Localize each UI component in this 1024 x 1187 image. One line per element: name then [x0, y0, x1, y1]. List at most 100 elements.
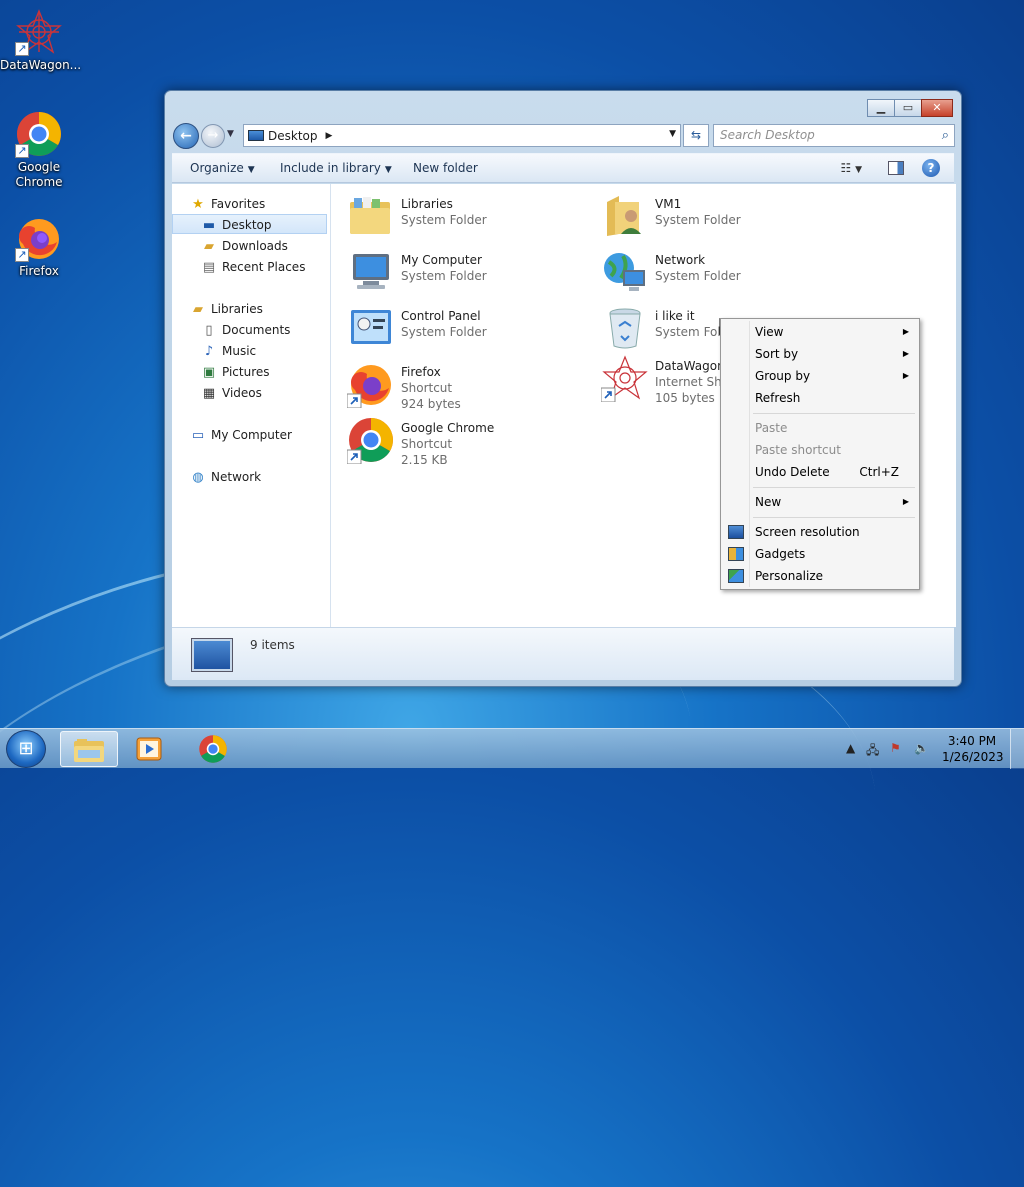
item-name: VM1 — [655, 197, 682, 211]
menu-item-refresh[interactable]: Refresh — [723, 387, 917, 409]
item-vm1[interactable]: VM1 System Folder — [601, 192, 841, 242]
menu-item-new[interactable]: New ▶ — [723, 491, 917, 513]
datawagon-icon: ↗ — [15, 8, 63, 56]
organize-button[interactable]: Organize ▼ — [190, 161, 255, 175]
nav-videos[interactable]: ▦ Videos — [172, 383, 327, 403]
star-icon: ★ — [192, 196, 204, 212]
include-library-label: Include in library — [280, 161, 381, 175]
new-folder-button[interactable]: New folder — [413, 161, 478, 175]
menu-item-screen-resolution[interactable]: Screen resolution — [723, 521, 917, 543]
nav-libraries[interactable]: ▰ Libraries — [172, 299, 327, 319]
item-size: 2.15 KB — [401, 453, 448, 467]
nav-label: Music — [222, 344, 257, 358]
nav-label: Network — [211, 470, 262, 484]
refresh-button[interactable]: ⇆ — [683, 124, 709, 147]
start-button[interactable]: ⊞ — [6, 730, 46, 768]
gadgets-icon — [728, 547, 744, 561]
address-bar[interactable]: Desktop ▶ ▼ — [243, 124, 681, 147]
menu-label: Group by — [755, 369, 811, 383]
menu-item-paste[interactable]: Paste — [723, 417, 917, 439]
window-controls: ▁ ▭ ✕ — [867, 99, 953, 117]
help-icon[interactable]: ? — [922, 159, 940, 177]
clock-time: 3:40 PM — [947, 734, 997, 748]
desktop-icon-google-chrome[interactable]: ↗ Google Chrome — [0, 110, 78, 190]
item-network[interactable]: Network System Folder — [601, 248, 841, 298]
forward-button[interactable]: → — [201, 124, 225, 148]
item-name: Control Panel — [401, 309, 481, 323]
taskbar-chrome-button[interactable] — [184, 731, 242, 767]
menu-label: Personalize — [755, 569, 824, 583]
volume-icon[interactable]: 🔈 — [914, 741, 929, 755]
nav-downloads[interactable]: ▰ Downloads — [172, 236, 327, 256]
recent-pages-chevron-icon[interactable]: ▼ — [227, 129, 234, 139]
item-google-chrome[interactable]: Google Chrome Shortcut 2.15 KB — [347, 416, 587, 467]
nav-my-computer[interactable]: ▭ My Computer — [172, 425, 327, 445]
menu-item-gadgets[interactable]: Gadgets — [723, 543, 917, 565]
nav-network[interactable]: ◍ Network — [172, 467, 327, 487]
network-icon: ◍ — [192, 469, 204, 485]
item-libraries[interactable]: Libraries System Folder — [347, 192, 587, 242]
menu-item-view[interactable]: View ▶ — [723, 321, 917, 343]
nav-music[interactable]: ♪ Music — [172, 341, 327, 361]
menu-item-undo-delete[interactable]: Undo Delete Ctrl+Z — [723, 461, 917, 483]
maximize-button[interactable]: ▭ — [894, 99, 922, 117]
desktop-thumbnail-icon — [191, 638, 233, 672]
close-button[interactable]: ✕ — [921, 99, 953, 117]
taskbar-media-player-button[interactable] — [120, 731, 178, 767]
item-name: Network — [655, 253, 706, 267]
address-dropdown-icon[interactable]: ▼ — [669, 129, 676, 139]
system-clock[interactable]: 3:40 PM 1/26/2023 — [942, 733, 1004, 765]
menu-item-paste-shortcut[interactable]: Paste shortcut — [723, 439, 917, 461]
menu-item-personalize[interactable]: Personalize — [723, 565, 917, 587]
chrome-icon: ↗ — [15, 110, 63, 158]
menu-item-group-by[interactable]: Group by ▶ — [723, 365, 917, 387]
menu-label: Paste — [755, 421, 788, 435]
nav-recent-places[interactable]: ▤ Recent Places — [172, 257, 327, 277]
navigation-bar: ← → ▼ Desktop ▶ ▼ ⇆ Search Desktop ⌕ — [173, 123, 955, 149]
organize-label: Organize — [190, 161, 244, 175]
desktop-icon-firefox[interactable]: ↗ Firefox — [0, 214, 78, 279]
chrome-shortcut-icon — [347, 418, 393, 464]
item-type: Internet Sho — [655, 375, 730, 389]
change-view-icon[interactable]: ☷ ▼ — [841, 161, 863, 175]
show-hidden-icons-icon[interactable]: ▲ — [846, 741, 855, 755]
submenu-arrow-icon: ▶ — [902, 349, 909, 358]
menu-item-sort-by[interactable]: Sort by ▶ — [723, 343, 917, 365]
menu-separator — [753, 517, 915, 518]
desktop-location-icon — [248, 130, 264, 141]
action-center-flag-icon[interactable]: ⚑ — [890, 741, 901, 755]
taskbar-explorer-button[interactable] — [60, 731, 118, 767]
network-icon — [604, 253, 645, 291]
nav-label: Pictures — [222, 365, 270, 379]
desktop-icon-datawagon[interactable]: ↗ DataWagon... — [0, 8, 82, 73]
minimize-button[interactable]: ▁ — [867, 99, 895, 117]
pictures-icon: ▣ — [202, 364, 216, 380]
menu-label: Refresh — [755, 391, 801, 405]
search-input[interactable]: Search Desktop ⌕ — [713, 124, 955, 147]
item-type: System Folder — [655, 213, 741, 227]
nav-favorites[interactable]: ★ Favorites — [172, 194, 327, 214]
item-firefox[interactable]: Firefox Shortcut 924 bytes — [347, 360, 587, 411]
shortcut-arrow-icon: ↗ — [15, 248, 29, 262]
include-in-library-button[interactable]: Include in library ▼ — [280, 161, 392, 175]
network-tray-icon[interactable]: 🖧 — [866, 741, 879, 762]
search-icon[interactable]: ⌕ — [942, 125, 949, 146]
nav-label: Favorites — [211, 197, 266, 211]
taskbar: ⊞ ▲ 🖧 ⚑ 🔈 3:40 PM 1/26/2023 — [0, 728, 1024, 769]
show-desktop-button[interactable] — [1010, 729, 1024, 769]
breadcrumb-chevron-icon[interactable]: ▶ — [326, 131, 333, 141]
item-control-panel[interactable]: Control Panel System Folder — [347, 304, 587, 354]
datawagon-shortcut-icon — [601, 355, 648, 402]
control-panel-icon — [351, 310, 391, 344]
nav-desktop[interactable]: ▬ Desktop — [172, 214, 327, 234]
desktop-icon-label: Google Chrome — [15, 160, 63, 189]
menu-separator — [753, 413, 915, 414]
item-my-computer[interactable]: My Computer System Folder — [347, 248, 587, 298]
preview-pane-icon[interactable] — [888, 161, 904, 175]
item-type: Shortcut — [401, 437, 453, 451]
nav-documents[interactable]: ▯ Documents — [172, 320, 327, 340]
nav-pictures[interactable]: ▣ Pictures — [172, 362, 327, 382]
new-folder-label: New folder — [413, 161, 478, 175]
back-button[interactable]: ← — [173, 123, 199, 149]
desktop-icon-label: DataWagon... — [0, 58, 82, 72]
